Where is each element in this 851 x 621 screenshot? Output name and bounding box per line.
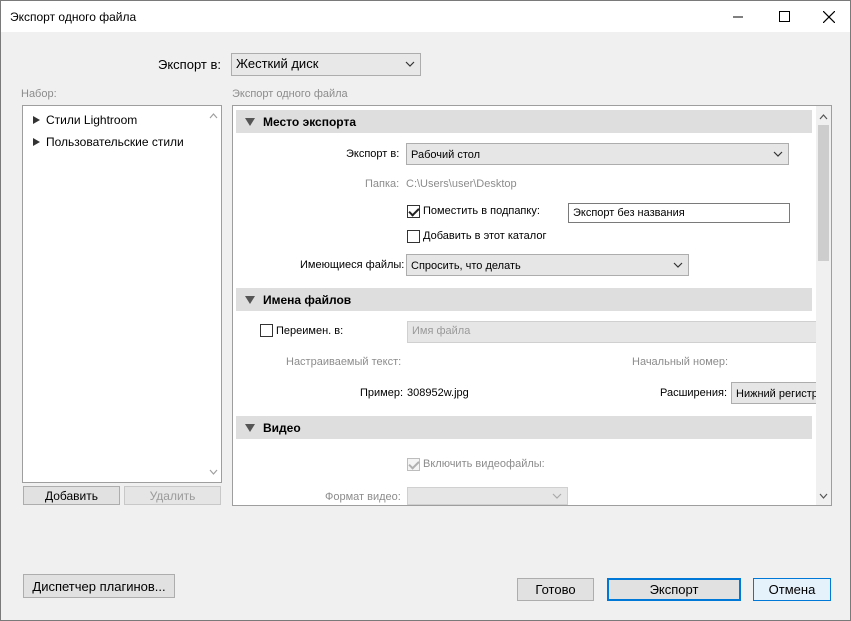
rename-label: Переимен. в: — [276, 325, 344, 337]
section-title: Место экспорта — [263, 114, 357, 129]
preset-item-user[interactable]: Пользовательские стили — [33, 135, 184, 149]
scroll-up-icon[interactable] — [816, 109, 831, 124]
section-file-naming[interactable]: Имена файлов — [236, 288, 812, 311]
done-button[interactable]: Готово — [517, 578, 594, 601]
existing-files-dropdown[interactable]: Спросить, что делать — [406, 254, 689, 276]
subfolder-name-input[interactable]: Экспорт без названия — [568, 203, 790, 223]
video-format-dropdown[interactable] — [407, 487, 568, 505]
settings-panel: Место экспорта Экспорт в: Рабочий стол П… — [232, 105, 832, 506]
section-video[interactable]: Видео — [236, 416, 812, 439]
remove-preset-button[interactable]: Удалить — [124, 486, 221, 505]
maximize-icon — [778, 11, 790, 22]
video-format-label: Формат видео: — [325, 491, 401, 503]
chevron-down-icon — [773, 144, 783, 164]
chevron-down-icon — [552, 488, 562, 504]
scroll-thumb[interactable] — [818, 125, 829, 261]
location-export-to-value: Рабочий стол — [411, 149, 481, 161]
scroll-up-icon[interactable] — [206, 108, 221, 123]
folder-path: C:\Users\user\Desktop — [406, 178, 517, 190]
section-title: Имена файлов — [263, 292, 352, 307]
preset-label: Набор: — [21, 88, 57, 100]
maximize-button[interactable] — [761, 1, 807, 32]
scroll-down-icon[interactable] — [816, 488, 831, 503]
preset-scrollbar[interactable] — [206, 106, 221, 482]
preset-list: Стили Lightroom Пользовательские стили — [22, 105, 222, 483]
start-number-label: Начальный номер: — [632, 356, 729, 368]
expand-arrow-icon — [33, 116, 40, 124]
settings-scrollbar[interactable] — [816, 106, 831, 505]
expand-arrow-icon — [33, 138, 40, 146]
custom-text-label: Настраиваемый текст: — [286, 356, 402, 368]
extensions-value: Нижний регистр — [736, 388, 818, 400]
existing-files-value: Спросить, что делать — [411, 260, 521, 272]
chevron-down-icon — [673, 255, 683, 275]
cancel-button[interactable]: Отмена — [753, 578, 831, 601]
minimize-icon — [733, 16, 743, 17]
export-dialog: Экспорт одного файла Экспорт в: Жесткий … — [0, 0, 851, 621]
title-bar: Экспорт одного файла — [1, 1, 850, 32]
preset-item-label: Пользовательские стили — [46, 135, 184, 149]
plugin-manager-button[interactable]: Диспетчер плагинов... — [23, 574, 175, 598]
include-video-checkbox[interactable] — [407, 458, 420, 471]
include-video-label: Включить видеофайлы: — [423, 458, 545, 470]
add-to-catalog-checkbox[interactable] — [407, 230, 420, 243]
extensions-dropdown[interactable]: Нижний регистр — [731, 382, 821, 404]
collapse-arrow-icon — [245, 117, 255, 126]
settings-caption: Экспорт одного файла — [232, 88, 348, 100]
chevron-down-icon — [405, 54, 415, 74]
minimize-button[interactable] — [715, 1, 761, 32]
subfolder-name-value: Экспорт без названия — [573, 207, 685, 219]
export-to-value: Жесткий диск — [236, 56, 319, 71]
close-icon — [823, 10, 835, 23]
add-preset-button[interactable]: Добавить — [23, 486, 120, 505]
location-export-to-dropdown[interactable]: Рабочий стол — [406, 143, 789, 165]
rename-template-dropdown[interactable]: Имя файла — [407, 321, 817, 343]
rename-template-value: Имя файла — [412, 325, 471, 337]
collapse-arrow-icon — [245, 295, 255, 304]
example-value: 308952w.jpg — [407, 387, 469, 399]
close-button[interactable] — [806, 1, 851, 32]
export-button[interactable]: Экспорт — [607, 578, 741, 601]
existing-files-label: Имеющиеся файлы: — [300, 259, 405, 271]
export-to-label: Экспорт в: — [158, 57, 221, 72]
folder-label: Папка: — [365, 178, 400, 190]
section-title: Видео — [263, 420, 301, 435]
window-title: Экспорт одного файла — [10, 10, 137, 24]
rename-checkbox[interactable] — [260, 324, 273, 337]
export-to-dropdown[interactable]: Жесткий диск — [231, 53, 421, 76]
preset-item-label: Стили Lightroom — [46, 113, 138, 127]
section-export-location[interactable]: Место экспорта — [236, 110, 812, 133]
extensions-label: Расширения: — [660, 387, 728, 399]
collapse-arrow-icon — [245, 423, 255, 432]
location-export-to-label: Экспорт в: — [346, 148, 400, 160]
subfolder-checkbox[interactable] — [407, 205, 420, 218]
subfolder-label: Поместить в подпапку: — [423, 205, 540, 217]
scroll-down-icon[interactable] — [206, 464, 221, 479]
add-to-catalog-label: Добавить в этот каталог — [423, 230, 547, 242]
preset-item-lightroom[interactable]: Стили Lightroom — [33, 113, 137, 127]
example-label: Пример: — [360, 387, 404, 399]
